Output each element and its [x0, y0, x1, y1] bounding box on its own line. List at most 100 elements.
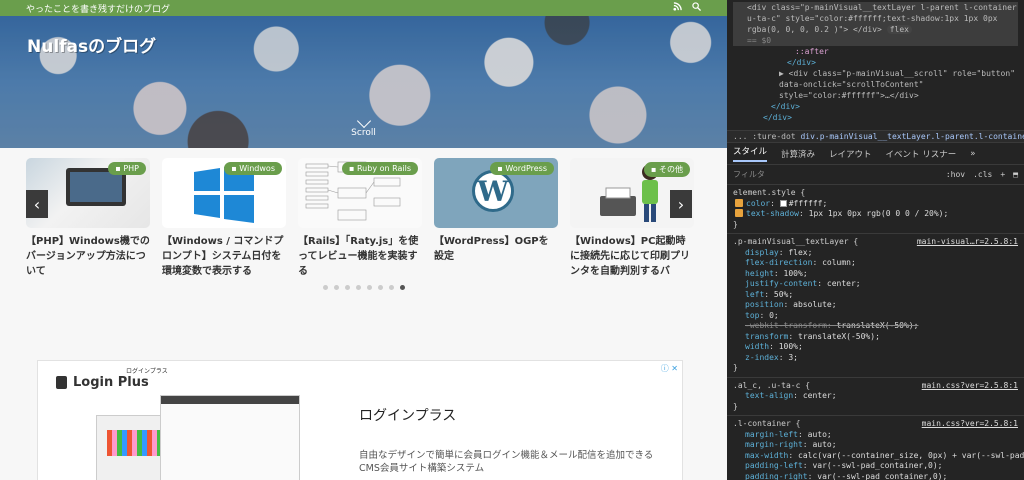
carousel-card[interactable]: ▪ PHP 【PHP】Windows機でのバージョンアップ方法について	[26, 158, 150, 279]
rule-selector: element.style {	[733, 188, 806, 197]
ad-description: 自由なデザインで簡単に会員ログイン機能＆メール配信を追加できるCMS会員サイト構…	[359, 450, 654, 474]
adchoices-icon[interactable]: ⓘ ✕	[661, 363, 678, 374]
dom-node-close: </div>	[787, 58, 816, 67]
style-property[interactable]: text-shadow: 1px 1px 0px rgb(0 0 0 / 20%…	[733, 209, 1018, 220]
carousel-dot[interactable]	[322, 285, 328, 290]
card-thumbnail: W ▪ WordPress	[434, 158, 558, 228]
tab-computed[interactable]: 計算済み	[781, 148, 815, 160]
style-property[interactable]: width: 100%;	[733, 342, 1018, 353]
rule-close: }	[733, 401, 738, 411]
carousel-next-button[interactable]: ›	[670, 190, 692, 218]
element-style-rule: element.style { color: #ffffff; text-sha…	[733, 188, 1018, 230]
rss-icon[interactable]	[673, 2, 682, 14]
tab-styles[interactable]: スタイル	[733, 145, 768, 162]
card-thumbnail: ▪ Ruby on Rails	[298, 158, 422, 228]
color-swatch[interactable]	[779, 199, 787, 207]
style-property[interactable]: margin-right: auto;	[733, 440, 1018, 451]
style-property[interactable]: left: 50%;	[733, 290, 1018, 301]
carousel-card[interactable]: ▪ その他 【Windows】PC起動時に接続先に応じて印刷プリンタを自動判別す…	[570, 158, 694, 279]
style-property[interactable]: position: absolute;	[733, 300, 1018, 311]
card-title: 【PHP】Windows機でのバージョンアップ方法について	[26, 236, 150, 277]
filter-input[interactable]: フィルタ	[733, 169, 765, 180]
advertisement[interactable]: ログインプラス Login Plus ⓘ ✕ ログインプラス 自由なデザインで簡…	[37, 360, 683, 480]
carousel-prev-button[interactable]: ‹	[26, 190, 48, 218]
checkbox-icon[interactable]	[735, 209, 743, 217]
style-property[interactable]: max-width: calc(var(--container_size, 0p…	[733, 451, 1024, 462]
rule-selector[interactable]: .l-container {	[733, 419, 800, 430]
rule-close: }	[733, 363, 738, 372]
category-badge: ▪ Ruby on Rails	[342, 162, 418, 175]
style-property[interactable]: top: 0;	[733, 311, 1018, 322]
dom-node-scroll[interactable]: ▶ <div class="p-mainVisual__scroll" role…	[733, 68, 1018, 101]
style-property[interactable]: color: #ffffff;	[733, 198, 1018, 210]
dom-tree: <div class="p-mainVisual__textLayer l-pa…	[727, 0, 1024, 130]
tab-event-listeners[interactable]: イベント リスナー	[886, 148, 957, 160]
category-badge: ▪ WordPress	[490, 162, 554, 175]
class-toggle[interactable]: .cls	[973, 170, 992, 179]
ad-screenshot-front	[160, 395, 300, 480]
carousel-track: ▪ PHP 【PHP】Windows機でのバージョンアップ方法について ▪ Wi…	[26, 158, 727, 279]
tab-layout[interactable]: レイアウト	[829, 148, 872, 160]
style-property[interactable]: z-index: 3;	[733, 353, 1018, 364]
post-carousel: ▪ PHP 【PHP】Windows機でのバージョンアップ方法について ▪ Wi…	[0, 148, 727, 308]
carousel-dot[interactable]	[388, 285, 394, 290]
tab-more[interactable]: »	[970, 149, 975, 159]
styles-filter-bar: フィルタ :hov .cls + ⬒	[727, 165, 1024, 185]
dom-node-selected[interactable]: <div class="p-mainVisual__textLayer l-pa…	[733, 2, 1018, 35]
rule-source-link[interactable]: main.css?ver=2.5.8:1	[922, 419, 1018, 430]
dom-node-ref: == $0	[733, 35, 1018, 46]
css-rules: .p-mainVisual__textLayer { main-visual…r=…	[727, 233, 1024, 480]
flex-badge[interactable]: flex	[886, 25, 912, 34]
search-icon[interactable]	[692, 2, 702, 14]
rule-source-link[interactable]: main.css?ver=2.5.8:1	[922, 381, 1018, 392]
card-title: 【Windows】PC起動時に接続先に応じて印刷プリンタを自動判別するバ	[570, 236, 690, 277]
breadcrumb-active[interactable]: div.p-mainVisual__textLayer.l-parent.l-c…	[800, 132, 1024, 141]
rule-separator	[727, 233, 1024, 234]
carousel-dot[interactable]	[333, 285, 339, 290]
style-property[interactable]: height: 100%;	[733, 269, 1018, 280]
card-title: 【Windows / コマンドプロンプト】システム日付を環境変数で表示する	[162, 236, 284, 277]
rule-source-link[interactable]: main-visual…r=2.5.8:1	[917, 237, 1018, 248]
style-property[interactable]: text-align: center;	[733, 391, 1018, 402]
main-visual: Nulfasのブログ Scroll	[0, 16, 727, 148]
style-property[interactable]: justify-content: center;	[733, 279, 1018, 290]
rule-header: .l-container { main.css?ver=2.5.8:1	[733, 419, 1018, 430]
carousel-dot[interactable]	[377, 285, 383, 290]
breadcrumb-prefix[interactable]: ... :ture-dot	[733, 132, 796, 141]
carousel-card[interactable]: W ▪ WordPress 【WordPress】OGPを設定	[434, 158, 558, 279]
css-rule: .l-container {main.css?ver=2.5.8:1 margin…	[733, 419, 1024, 480]
style-property[interactable]: -webkit-transform: translateX(-50%);	[733, 321, 1018, 332]
ad-headline[interactable]: ログインプラス	[359, 405, 456, 425]
dom-node-close: </div>	[763, 113, 792, 122]
new-rule-button[interactable]: +	[1000, 170, 1005, 179]
style-property[interactable]: flex-direction: column;	[733, 258, 1018, 269]
carousel-dot[interactable]	[355, 285, 361, 290]
ad-screenshot-bar	[161, 396, 299, 404]
dom-node-close: </div>	[771, 102, 800, 111]
ad-logo: Login Plus	[56, 375, 149, 390]
carousel-dot[interactable]	[344, 285, 350, 290]
site-title[interactable]: Nulfasのブログ	[27, 32, 156, 57]
styles-pane: element.style { color: #ffffff; text-sha…	[727, 185, 1024, 480]
style-property[interactable]: transform: translateX(-50%);	[733, 332, 1018, 343]
computed-sidebar-icon[interactable]: ⬒	[1013, 170, 1018, 179]
style-property[interactable]: display: flex;	[733, 248, 1018, 259]
wordpress-logo-icon: W	[472, 170, 514, 212]
card-title: 【WordPress】OGPを設定	[434, 236, 549, 262]
style-property[interactable]: padding-left: var(--swl-pad_container,0)…	[733, 461, 1018, 472]
carousel-pagination	[26, 285, 727, 290]
dom-node-after[interactable]: ::after	[733, 46, 1018, 57]
carousel-dot[interactable]	[399, 285, 405, 290]
carousel-card[interactable]: ▪ Windwos 【Windows / コマンドプロンプト】システム日付を環境…	[162, 158, 286, 279]
styles-toolbar: :hov .cls + ⬒	[946, 170, 1018, 179]
style-property[interactable]: margin-left: auto;	[733, 430, 1018, 441]
style-property[interactable]: padding-right: var(--swl-pad_container,0…	[733, 472, 1018, 480]
rule-selector[interactable]: .p-mainVisual__textLayer {	[733, 237, 858, 248]
rule-selector[interactable]: .al_c, .u-ta-c {	[733, 381, 810, 392]
hover-state-toggle[interactable]: :hov	[946, 170, 965, 179]
scroll-button[interactable]: Scroll	[0, 113, 727, 138]
card-title: 【Rails】「Raty.js」を使ってレビュー機能を実装する	[298, 236, 419, 277]
checkbox-icon[interactable]	[735, 198, 743, 207]
carousel-card[interactable]: ▪ Ruby on Rails 【Rails】「Raty.js」を使ってレビュー…	[298, 158, 422, 279]
carousel-dot[interactable]	[366, 285, 372, 290]
